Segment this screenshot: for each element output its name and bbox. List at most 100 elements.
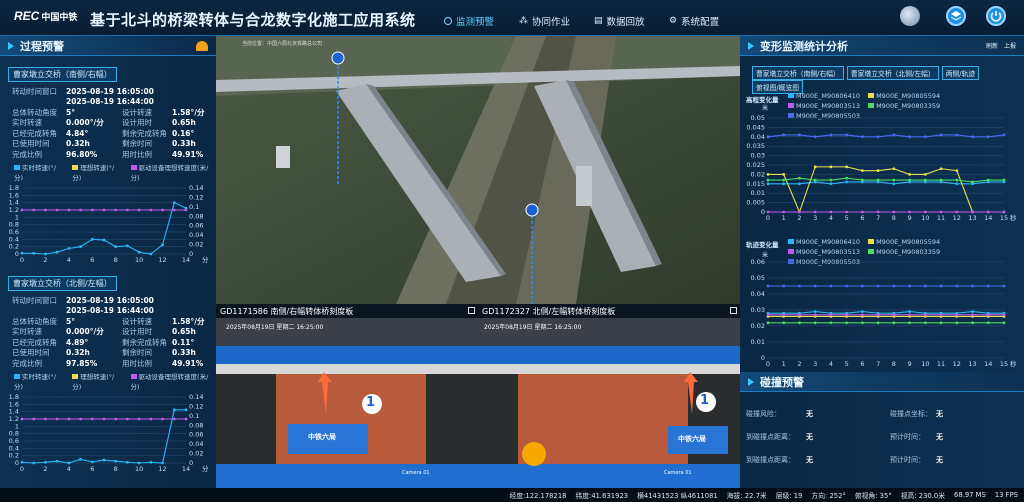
data-point — [845, 165, 849, 169]
x-tick-label: 12 — [953, 360, 961, 368]
data-point — [184, 208, 188, 211]
x-tick-label: 1 — [782, 214, 786, 222]
info-label: 已使用时间 — [12, 139, 50, 149]
arrow-icon — [748, 377, 754, 386]
y2-tick-label: 0.14 — [189, 184, 203, 192]
info-row: 实时转速 0.000°/分 设计用时 0.65h — [0, 327, 216, 338]
deformation-analysis-panel: 变形监测统计分析 刷新 上报 曹家墩立交桥（南侧/右幅） 曹家墩立交桥（北侧/左幅… — [740, 36, 1024, 488]
data-point — [90, 208, 94, 211]
x-tick-label: 5 — [845, 214, 849, 222]
y-tick-label: 0.2 — [9, 242, 19, 250]
x-tick-label: 10 — [921, 360, 929, 368]
info-row: 已经完成转角 4.89° 剩余完成转角 0.11° — [0, 337, 216, 348]
data-point — [923, 321, 927, 325]
info-label: 实时转速 — [12, 118, 42, 128]
data-point — [79, 244, 82, 248]
camera-feed-north[interactable]: GD1172327 北侧/左幅转体桥刻度板 2025年08月19日 星期二 16… — [478, 304, 740, 488]
y2-tick-label: 0.14 — [189, 393, 203, 401]
y-tick-label: 0 — [15, 459, 19, 467]
data-point — [67, 246, 71, 250]
nav-collaboration[interactable]: ⁂ 协同作业 — [519, 14, 594, 28]
camera-title: GD1171586 南侧/右幅转体桥刻度板 — [216, 304, 478, 318]
data-point — [766, 173, 770, 176]
data-point — [813, 284, 817, 288]
x-tick-label: 3 — [813, 360, 817, 368]
y-tick-label: 0.045 — [746, 123, 765, 131]
data-point — [845, 210, 849, 214]
info-label: 已使用时间 — [12, 348, 50, 358]
data-point — [876, 135, 880, 139]
nav-data-replay[interactable]: ▤ 数据回放 — [594, 14, 669, 28]
data-point — [971, 310, 974, 313]
legend-swatch — [868, 249, 875, 254]
camera-brand: 中铁六局 — [678, 435, 706, 443]
data-point — [861, 135, 864, 139]
nav-monitor-warning[interactable]: 监测预警 — [444, 14, 519, 28]
data-point — [161, 417, 164, 420]
legend-item: 实时转速(°/分) — [14, 163, 56, 182]
y-tick-label: 0.025 — [746, 161, 765, 169]
x-tick-label: 10 — [135, 256, 143, 264]
power-button[interactable] — [986, 6, 1006, 26]
maximize-icon[interactable] — [730, 307, 737, 314]
info-value: 0.000°/分 — [66, 327, 104, 337]
legend-swatch — [868, 93, 875, 98]
collision-label: 预计时间： — [890, 432, 925, 441]
data-point — [845, 321, 849, 325]
refresh-button[interactable]: 刷新 — [986, 41, 998, 50]
legend-item: M900E_M90806410 — [788, 238, 860, 246]
maximize-icon[interactable] — [468, 307, 475, 314]
data-point — [782, 178, 786, 182]
report-button[interactable]: 上报 — [1004, 41, 1016, 50]
bridge-badge[interactable]: 曹家墩立交桥（南侧/右幅） — [8, 67, 117, 82]
x-tick-label: 6 — [90, 256, 94, 264]
tab-south[interactable]: 曹家墩立交桥（南侧/右幅） — [752, 66, 844, 80]
data-point — [782, 133, 786, 137]
tab-both[interactable]: 两侧/轨迹 — [941, 66, 980, 80]
collision-row: 到碰撞点距离： 无 预计时间： 无 — [746, 425, 1022, 448]
data-point — [939, 321, 943, 325]
data-point — [782, 173, 786, 176]
x-tick-label: 0 — [766, 360, 770, 368]
track-change-chart: 00.010.020.030.040.050.060 1 2 3 4 5 6 7 8 9 10 11 1… — [751, 258, 1017, 368]
camera-title: GD1172327 北侧/左幅转体桥刻度板 — [478, 304, 740, 318]
data-point — [1002, 210, 1006, 214]
y-tick-label: 0.035 — [746, 142, 765, 150]
data-point — [114, 244, 118, 248]
data-point — [813, 321, 817, 325]
bridge-badge[interactable]: 曹家墩立交桥（北侧/左幅） — [8, 276, 117, 291]
company-logo: REC 中国中铁 — [14, 9, 78, 23]
weather-icon[interactable] — [900, 6, 920, 26]
x-tick-label: 4 — [67, 465, 71, 473]
status-item: 经度:122.178218 — [509, 492, 567, 500]
monitor-icon — [444, 17, 452, 25]
info-row: 完成比例 97.85% 用时比例 49.91% — [0, 358, 216, 369]
x-tick-label: 6 — [860, 214, 864, 222]
chart-label-track: 轨迹变化量 — [746, 241, 779, 249]
data-point — [845, 284, 849, 288]
x-tick-label: 0 — [20, 465, 24, 473]
tab-north[interactable]: 曹家墩立交桥（北侧/左幅） — [846, 66, 939, 80]
camera-footer: Camera 01 — [402, 470, 430, 476]
data-point — [32, 417, 36, 420]
x-tick-label: 14 — [984, 360, 992, 368]
data-point — [137, 208, 141, 211]
data-point — [986, 321, 990, 325]
x-tick-label: 10 — [135, 465, 143, 473]
status-bar: 经度:122.178218 纬度:41.631923 横41431523 纵4611… — [0, 488, 1024, 502]
data-point — [876, 321, 880, 325]
camera-feed-south[interactable]: GD1171586 南侧/右幅转体桥刻度板 2025年08月19日 星期二 16… — [216, 304, 478, 488]
nav-system-config[interactable]: ⚙ 系统配置 — [669, 14, 744, 28]
info-row: 完成比例 96.80% 用时比例 49.91% — [0, 149, 216, 160]
data-point — [67, 461, 71, 464]
layers-button[interactable] — [946, 6, 966, 26]
data-point — [102, 238, 106, 241]
data-point — [798, 176, 801, 180]
y-tick-label: 0.005 — [746, 199, 765, 207]
x-unit-label: 分 — [202, 255, 209, 264]
info-value: 49.91% — [172, 149, 204, 159]
3d-map-view[interactable]: 当前位置：中国六局北京铁路总公司 — [216, 36, 740, 304]
data-point — [172, 407, 176, 411]
y2-tick-label: 0.02 — [189, 449, 203, 457]
status-item: 方向: 252° — [811, 492, 846, 500]
